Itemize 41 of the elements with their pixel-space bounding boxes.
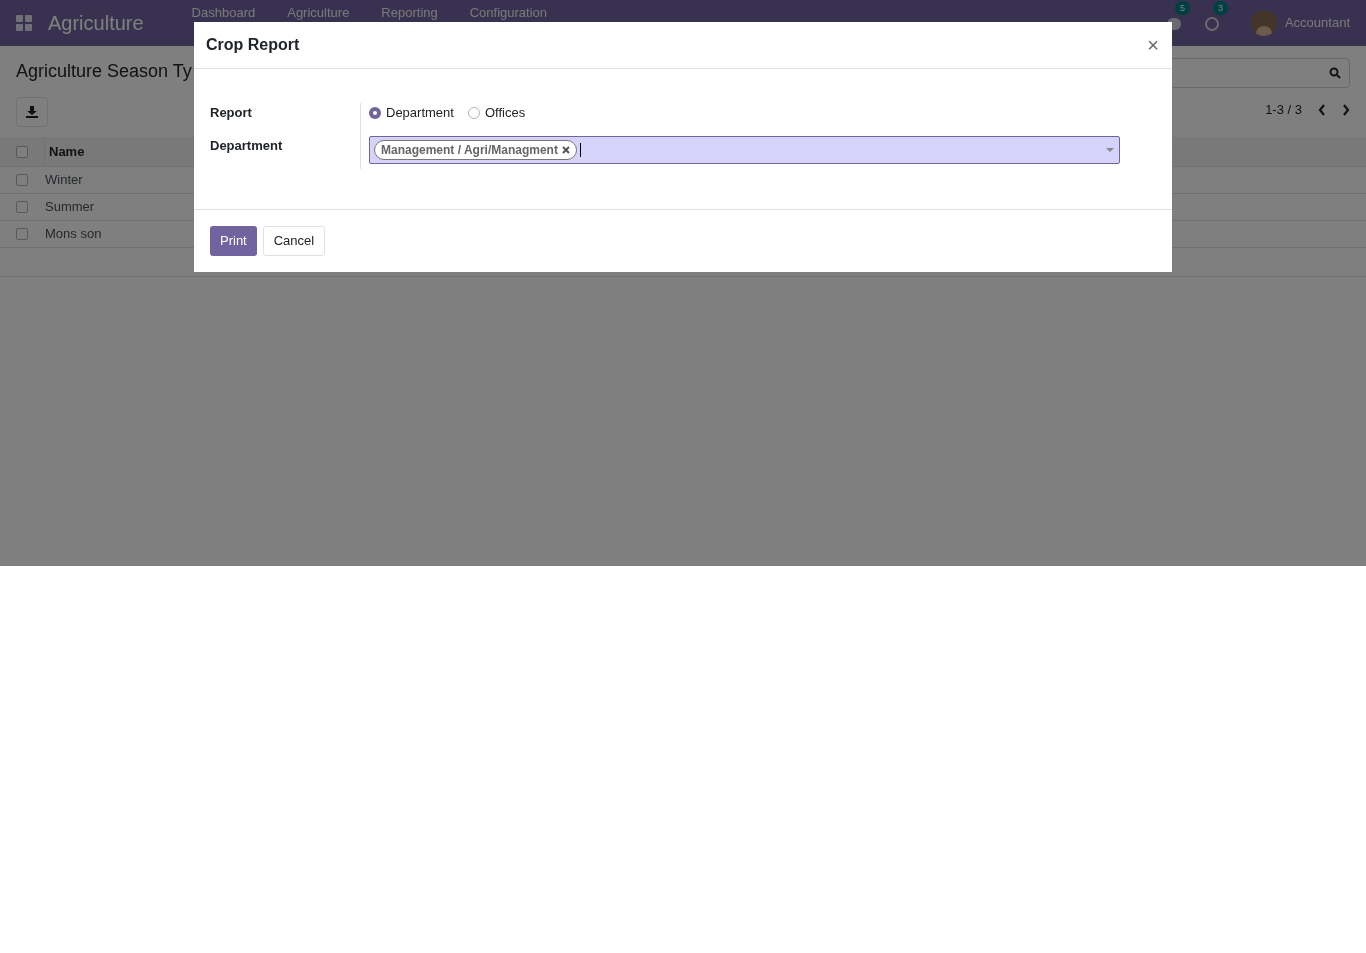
tags-input-field[interactable]: Management / Agri/Managment (369, 136, 1120, 164)
column-header[interactable]: Name (44, 137, 85, 166)
tag-label: Management / Agri/Managment (381, 142, 558, 159)
remove-icon[interactable] (561, 146, 570, 154)
app-name[interactable]: Agriculture (48, 8, 144, 38)
download-icon (26, 106, 38, 118)
user-name[interactable]: Accountant (1284, 13, 1350, 33)
menu-item[interactable]: Configuration (453, 6, 564, 20)
close-button[interactable]: × (1147, 35, 1160, 55)
field-label: Department (210, 137, 284, 155)
pager-value: 1-3 / 3 (1265, 101, 1302, 119)
dialog-title: Crop Report (206, 35, 300, 55)
apps-menu-icon[interactable] (16, 15, 32, 31)
search-icon (1329, 67, 1341, 79)
caret-icon[interactable] (1106, 148, 1114, 152)
clock-icon[interactable] (1204, 16, 1219, 31)
table-cell-text: Winter (44, 171, 83, 190)
field-label: Report (210, 104, 253, 122)
row-checkbox[interactable] (16, 174, 28, 186)
radio-label[interactable]: Offices (484, 103, 526, 123)
menu-item[interactable]: Reporting (365, 6, 454, 20)
print-button[interactable]: Print (210, 226, 257, 256)
avatar[interactable] (1250, 10, 1277, 36)
table-cell-text: Mons son (44, 225, 102, 244)
count-badge: 5 (1174, 1, 1190, 15)
count-badge: 3 (1212, 1, 1228, 15)
menu-item[interactable]: Dashboard (175, 6, 272, 20)
radio-button[interactable] (467, 107, 480, 119)
menu-item[interactable]: Agriculture (271, 6, 366, 20)
row-checkbox[interactable] (16, 228, 28, 240)
download-button[interactable] (16, 97, 48, 127)
chevron-right-icon[interactable] (1342, 103, 1350, 116)
page-title: Agriculture Season Ty (16, 60, 192, 83)
table-cell-text: Summer (44, 198, 95, 217)
radio-button[interactable] (369, 107, 381, 119)
select-all-checkbox[interactable] (16, 145, 28, 158)
text-cursor (579, 143, 581, 157)
chevron-left-icon[interactable] (1318, 103, 1326, 116)
radio-label[interactable]: Department (386, 103, 454, 123)
cancel-button[interactable]: Cancel (262, 226, 326, 256)
row-checkbox[interactable] (16, 201, 28, 213)
